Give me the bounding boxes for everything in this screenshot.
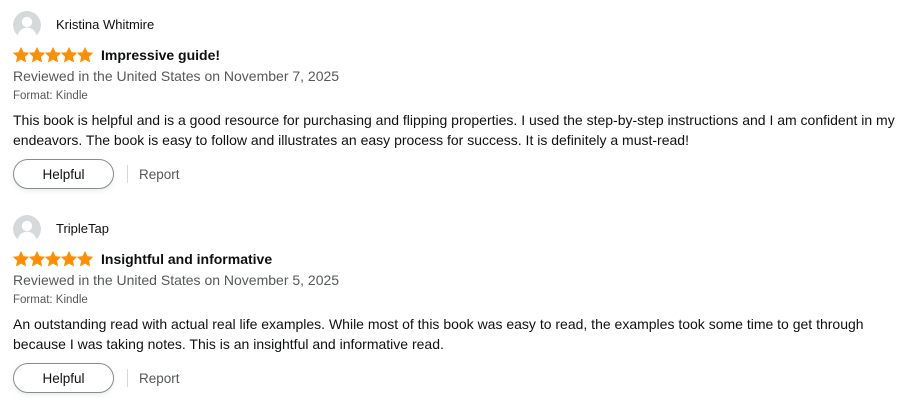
action-divider [127,165,128,183]
star-icon [77,47,93,63]
review-date: Reviewed in the United States on Novembe… [13,68,340,84]
avatar[interactable] [13,215,41,243]
star-icon [29,47,45,63]
default-avatar-icon [13,215,41,243]
review-title[interactable]: Insightful and informative [101,251,272,267]
review-actions: Helpful Report [13,159,180,189]
review-title[interactable]: Impressive guide! [101,47,220,63]
review-date: Reviewed in the United States on Novembe… [13,272,340,288]
star-rating[interactable] [13,47,93,63]
reviewer-profile[interactable]: Kristina Whitmire [13,11,154,39]
review-title-row[interactable]: Impressive guide! [13,45,220,65]
review-body: This book is helpful and is a good resou… [13,112,895,148]
star-icon [61,47,77,63]
review-actions: Helpful Report [13,363,180,393]
default-avatar-icon [13,11,41,39]
review-list: Kristina Whitmire Impressive guide! Revi… [0,0,901,402]
review-title-row[interactable]: Insightful and informative [13,249,272,269]
reviewer-profile[interactable]: TripleTap [13,215,109,243]
reviewer-name[interactable]: Kristina Whitmire [56,11,154,39]
reviewer-name[interactable]: TripleTap [56,215,109,243]
star-icon [45,47,61,63]
star-icon [13,47,29,63]
star-rating[interactable] [13,251,93,267]
review-body: An outstanding read with actual real lif… [13,316,864,352]
star-icon [13,251,29,267]
review-format: Format: Kindle [13,294,88,306]
report-link[interactable]: Report [139,371,180,386]
star-icon [77,251,93,267]
helpful-button[interactable]: Helpful [13,363,114,393]
star-icon [61,251,77,267]
action-divider [127,369,128,387]
star-icon [29,251,45,267]
review-format: Format: Kindle [13,90,88,102]
avatar[interactable] [13,11,41,39]
report-link[interactable]: Report [139,167,180,182]
star-icon [45,251,61,267]
helpful-button[interactable]: Helpful [13,159,114,189]
